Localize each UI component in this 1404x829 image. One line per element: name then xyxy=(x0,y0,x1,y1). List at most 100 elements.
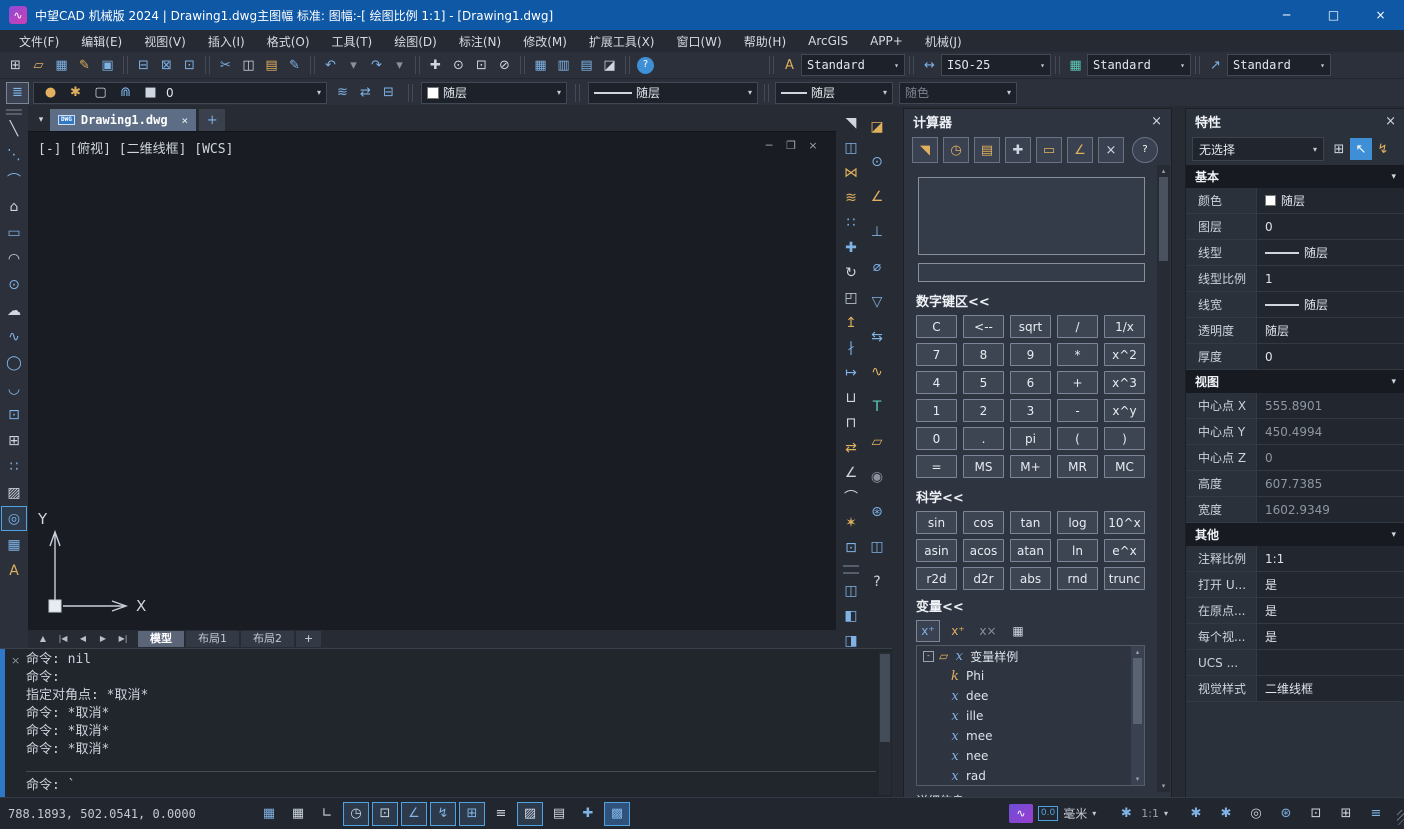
section-view-icon[interactable]: ⇆ xyxy=(864,324,890,350)
layer-states-icon[interactable]: ⇄ xyxy=(354,82,377,104)
collapse-section-icon[interactable]: ▾ xyxy=(1391,172,1396,182)
sheet-icon[interactable]: ▤ xyxy=(575,54,598,76)
calc-key-tan[interactable]: tan xyxy=(1010,511,1051,534)
grid-display-icon[interactable]: ▦ xyxy=(285,802,311,826)
scrollbar-thumb[interactable] xyxy=(880,654,890,742)
variable-row-ille[interactable]: xille xyxy=(917,706,1144,726)
calc-key-+[interactable]: + xyxy=(1057,371,1098,394)
circle-icon[interactable]: ⊙ xyxy=(1,272,27,297)
copy-clip-icon[interactable]: ◫ xyxy=(237,54,260,76)
variable-row-Phi[interactable]: kPhi xyxy=(917,666,1144,686)
collapse-icon[interactable]: - xyxy=(923,651,934,662)
object-snap-icon[interactable]: ⊡ xyxy=(372,802,398,826)
document-list-dropdown[interactable]: ▾ xyxy=(32,109,50,131)
offset-icon[interactable]: ≋ xyxy=(838,185,864,210)
prop-value[interactable]: 随层 xyxy=(1256,318,1404,343)
calc-key-sin[interactable]: sin xyxy=(916,511,957,534)
menu-draw[interactable]: 绘图(D) xyxy=(383,33,448,50)
open-file-icon[interactable]: ▱ xyxy=(27,54,50,76)
mtext-icon[interactable]: A xyxy=(1,558,27,583)
weld-symbol-icon[interactable]: ∿ xyxy=(864,359,890,385)
calc-key-1/x[interactable]: 1/x xyxy=(1104,315,1145,338)
calc-key-8[interactable]: 8 xyxy=(963,343,1004,366)
new-document-button[interactable]: + xyxy=(199,109,225,131)
dynamic-ucs-icon[interactable]: ⊞ xyxy=(459,802,485,826)
xline-icon[interactable]: ⋱ xyxy=(1,142,27,167)
calc-key-x^2[interactable]: x^2 xyxy=(1104,343,1145,366)
mirror-icon[interactable]: ⋈ xyxy=(838,160,864,185)
menu-edit[interactable]: 编辑(E) xyxy=(70,33,133,50)
chevron-down-icon[interactable]: ▾ xyxy=(1320,61,1325,70)
annotation-visibility-icon[interactable]: ✱ xyxy=(1184,803,1208,825)
prop-value[interactable]: 450.4994 xyxy=(1256,419,1404,444)
var-calculator-icon[interactable]: ▦ xyxy=(1006,620,1030,642)
variable-row-nee[interactable]: xnee xyxy=(917,746,1144,766)
calc-key-rnd[interactable]: rnd xyxy=(1057,567,1098,590)
units-label[interactable]: 毫米 xyxy=(1063,805,1087,822)
calc-key-0[interactable]: 0 xyxy=(916,427,957,450)
dynamic-input-icon[interactable]: ↯ xyxy=(430,802,456,826)
calc-key-x^3[interactable]: x^3 xyxy=(1104,371,1145,394)
variables-folder-row[interactable]: - ▱ x 变量样例 xyxy=(917,646,1144,666)
resize-grip[interactable] xyxy=(1397,810,1404,825)
text-style-combo[interactable]: Standard ▾ xyxy=(801,54,905,76)
calc-key-M+[interactable]: M+ xyxy=(1010,455,1051,478)
centerline-icon[interactable]: ⊥ xyxy=(864,219,890,245)
numpad-section-label[interactable]: 数字键区<< xyxy=(916,291,1171,310)
break-icon[interactable]: ⊔ xyxy=(838,385,864,410)
arc-icon[interactable]: ◠ xyxy=(1,246,27,271)
full-screen-icon[interactable]: ⊞ xyxy=(1334,803,1358,825)
calc-key-r2d[interactable]: r2d xyxy=(916,567,957,590)
calc-key-pi[interactable]: pi xyxy=(1010,427,1051,450)
object-snap-tracking-icon[interactable]: ∠ xyxy=(401,802,427,826)
scale-icon[interactable]: ◰ xyxy=(838,285,864,310)
move-icon[interactable]: ✚ xyxy=(838,235,864,260)
calc-history-icon[interactable]: ◷ xyxy=(943,137,969,163)
mleader-style-combo[interactable]: Standard ▾ xyxy=(1227,54,1331,76)
prop-value[interactable]: 是 xyxy=(1256,572,1404,597)
layout-list-icon[interactable]: ▲ xyxy=(34,631,52,647)
calc-key-4[interactable]: 4 xyxy=(916,371,957,394)
toolbar-grip[interactable] xyxy=(843,565,859,567)
isolate-objects-icon[interactable]: ◎ xyxy=(1244,803,1268,825)
vp-close-icon[interactable]: × xyxy=(804,136,822,154)
toolbar-grip[interactable] xyxy=(843,572,859,574)
fillet-icon[interactable]: ⌒ xyxy=(838,485,864,510)
scrollbar-thumb[interactable] xyxy=(1133,658,1142,724)
collapse-section-icon[interactable]: ▾ xyxy=(1391,530,1396,540)
properties-title-bar[interactable]: 特性 × xyxy=(1186,109,1404,133)
chevron-down-icon[interactable]: ▾ xyxy=(1040,61,1045,70)
calc-key-6[interactable]: 6 xyxy=(1010,371,1051,394)
roughness-symbol-icon[interactable]: ▽ xyxy=(864,289,890,315)
menu-express[interactable]: 扩展工具(X) xyxy=(578,33,666,50)
mech-text-icon[interactable]: T xyxy=(864,394,890,420)
chevron-down-icon[interactable]: ▾ xyxy=(1164,809,1168,818)
workspace-switch-icon[interactable]: ▩ xyxy=(604,802,630,826)
prop-value[interactable]: 随层 xyxy=(1256,188,1404,213)
dim-style-combo[interactable]: ISO-25 ▾ xyxy=(941,54,1051,76)
scroll-up-icon[interactable]: ▴ xyxy=(1162,165,1166,177)
plot-icon[interactable]: ⊡ xyxy=(178,54,201,76)
prop-value[interactable]: 607.7385 xyxy=(1256,471,1404,496)
menu-view[interactable]: 视图(V) xyxy=(133,33,197,50)
chamfer-icon[interactable]: ∠ xyxy=(838,460,864,485)
annotation-scale-icon[interactable]: ✱ xyxy=(1116,803,1136,825)
view-manager-icon[interactable]: ◫ xyxy=(864,534,890,560)
block-library-icon[interactable]: ▱ xyxy=(864,429,890,455)
tab-layout1[interactable]: 布局1 xyxy=(186,631,239,647)
prop-value[interactable]: 0 xyxy=(1256,445,1404,470)
make-block-icon[interactable]: ⊞ xyxy=(1,428,27,453)
revision-cloud-icon[interactable]: ☁ xyxy=(1,298,27,323)
toolbar-grip[interactable] xyxy=(6,109,22,111)
zoom-realtime-icon[interactable]: ⊙ xyxy=(447,54,470,76)
drawing-canvas[interactable]: [-] [俯视] [二维线框] [WCS] ─❐× Y X xyxy=(28,131,836,631)
trim-icon[interactable]: ∤ xyxy=(838,335,864,360)
scrollbar-thumb[interactable] xyxy=(1159,177,1168,261)
calc-clear-icon[interactable]: ◥ xyxy=(912,137,938,163)
chevron-down-icon[interactable]: ▾ xyxy=(1092,809,1096,818)
vp-restore-icon[interactable]: ❐ xyxy=(782,136,800,154)
chevron-down-icon[interactable]: ▾ xyxy=(317,88,321,97)
variables-scrollbar[interactable]: ▴ ▾ xyxy=(1131,646,1144,785)
erase-icon[interactable]: ◥ xyxy=(838,110,864,135)
layer-on-icon[interactable]: ● xyxy=(39,82,62,104)
